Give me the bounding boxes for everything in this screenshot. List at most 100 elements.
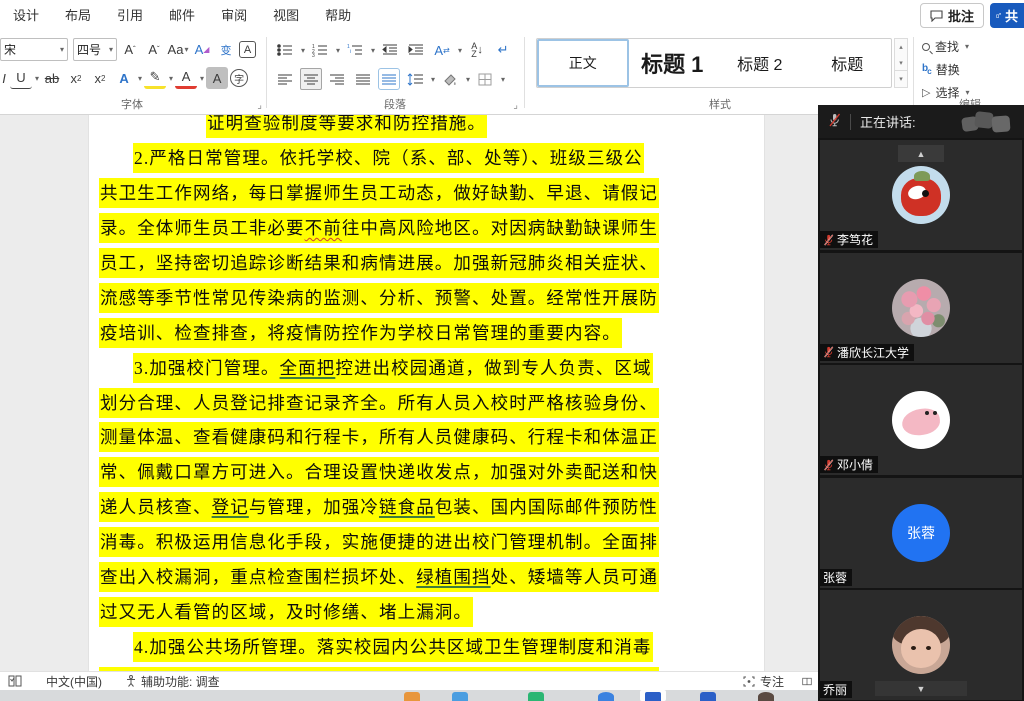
gallery-down-button[interactable]: ▾ (895, 55, 907, 71)
editing-查找[interactable]: 查找▾ (922, 37, 970, 56)
menu-tab-6[interactable]: 帮助 (312, 0, 364, 31)
line-spacing-button[interactable] (404, 68, 426, 90)
underline-button[interactable]: U (10, 67, 32, 89)
document-line-16[interactable]: 制度。校园垃圾日产日清，并做好垃圾盛装容器的清洁消毒。使用空 (99, 664, 677, 671)
superscript-button[interactable]: x2 (89, 67, 111, 89)
document-line-0[interactable]: 证明查验制度等要求和防控措施。 (99, 115, 677, 141)
document-line-12[interactable]: 消毒。积极运用信息化手段，实施便捷的进出校门管理机制。全面排 (99, 525, 677, 560)
justify-button[interactable] (352, 68, 374, 90)
chevron-down-icon: ▾ (169, 74, 173, 83)
taskbar-app-green[interactable] (528, 692, 544, 701)
replace-icon: bc (922, 63, 931, 76)
proofing-status[interactable] (8, 675, 22, 687)
font-color-button[interactable]: A (175, 67, 197, 89)
document-page[interactable]: 证明查验制度等要求和防控措施。2.严格日常管理。依托学校、院（系、部、处等）、班… (88, 115, 765, 671)
editing-替换[interactable]: bc替换 (922, 60, 970, 79)
multilevel-list-button[interactable]: 1i (344, 39, 366, 61)
taskbar-app-dark-circle[interactable] (758, 692, 774, 701)
view-mode-button[interactable] (802, 676, 812, 687)
character-border-button[interactable]: A (239, 41, 256, 58)
clear-formatting-button[interactable]: A◢ (191, 39, 213, 61)
menu-tab-3[interactable]: 邮件 (156, 0, 208, 31)
shading-button[interactable] (439, 68, 461, 90)
sort-button[interactable]: AZ↓ (466, 39, 488, 61)
menu-tab-2[interactable]: 引用 (104, 0, 156, 31)
align-center-button[interactable] (300, 68, 322, 90)
menu-tab-1[interactable]: 布局 (52, 0, 104, 31)
document-line-4[interactable]: 员工，坚持密切追踪诊断结果和病情进展。加强新冠肺炎相关症状、 (99, 246, 677, 281)
document-line-5[interactable]: 流感等季节性常见传染病的监测、分析、预警、处置。经常性开展防 (99, 280, 677, 315)
gallery-up-button[interactable]: ▴ (895, 39, 907, 55)
editing-group: 查找▾bc替换▷选择▾ 编辑 (920, 31, 1020, 114)
taskbar-app-blue-rounded[interactable] (452, 692, 468, 701)
taskbar-app-blue-circle[interactable] (598, 692, 614, 701)
language-label: 中文(中国) (46, 673, 102, 690)
style-item-3[interactable]: 标题 (804, 39, 892, 87)
scroll-up-button[interactable]: ▲ (898, 145, 944, 162)
document-line-8[interactable]: 划分合理、人员登记排查记录齐全。所有人员入校时严格核验身份、 (99, 385, 677, 420)
change-case-button[interactable]: Aa▾ (167, 39, 189, 61)
styles-group: 正文标题 1标题 2标题 ▴ ▾ ▾ 样式 ⌟ (528, 31, 912, 114)
text-effects-button[interactable]: A (113, 67, 135, 89)
character-shading-button[interactable]: A (206, 67, 228, 89)
align-right-button[interactable] (326, 68, 348, 90)
language-status[interactable]: 中文(中国) (46, 673, 102, 690)
participant-tile-李笃花[interactable]: ▲李笃花 (820, 140, 1022, 250)
comments-button[interactable]: 批注 (920, 3, 984, 28)
scroll-down-button[interactable]: ▼ (875, 681, 967, 696)
font-name-combo[interactable]: 宋▾ (0, 38, 68, 61)
menu-tab-5[interactable]: 视图 (260, 0, 312, 31)
taskbar-app-word-active[interactable] (640, 690, 666, 701)
phonetic-guide-button[interactable]: 变 (215, 39, 237, 61)
asian-layout-button[interactable]: A⇄ (431, 39, 453, 61)
style-item-1[interactable]: 标题 1 (629, 39, 717, 87)
font-size-combo[interactable]: 四号▾ (73, 38, 117, 61)
document-line-14[interactable]: 过又无人看管的区域，及时修缮、堵上漏洞。 (99, 594, 677, 629)
document-line-6[interactable]: 疫培训、检查排查，将疫情防控作为学校日常管理的重要内容。 (99, 315, 677, 350)
svg-text:3: 3 (312, 53, 315, 57)
document-line-13[interactable]: 查出入校漏洞，重点检查围栏损坏处、绿植围挡处、矮墙等人员可通 (99, 560, 677, 595)
document-line-11[interactable]: 递人员核查、登记与管理，加强冷链食品包装、国内国际邮件预防性 (99, 490, 677, 525)
accessibility-status[interactable]: 辅助功能: 调查 (126, 673, 220, 690)
document-text: 证明查验制度等要求和防控措施。2.严格日常管理。依托学校、院（系、部、处等）、班… (99, 115, 677, 671)
enclose-characters-button[interactable]: 字 (230, 69, 248, 87)
document-line-2[interactable]: 共卫生工作网络，每日掌握师生员工动态，做好缺勤、早退、请假记 (99, 176, 677, 211)
borders-button[interactable] (474, 68, 496, 90)
document-line-1[interactable]: 2.严格日常管理。依托学校、院（系、部、处等）、班级三级公 (99, 141, 677, 176)
grow-font-button[interactable]: Aˆ (119, 39, 141, 61)
menu-tab-0[interactable]: 设计 (0, 0, 52, 31)
taskbar-app-blue[interactable] (700, 692, 716, 701)
align-left-button[interactable] (274, 68, 296, 90)
document-line-7[interactable]: 3.加强校门管理。全面把控进出校园通道，做到专人负责、区域 (99, 350, 677, 385)
font-size-value: 四号 (77, 41, 101, 58)
share-button[interactable]: 共 (990, 3, 1024, 28)
style-item-0[interactable]: 正文 (537, 39, 629, 87)
participant-tile-潘欣长江大学[interactable]: 潘欣长江大学 (820, 253, 1022, 363)
numbering-button[interactable]: 123 (309, 39, 331, 61)
decrease-indent-button[interactable] (379, 39, 401, 61)
document-line-9[interactable]: 测量体温、查看健康码和行程卡，所有人员健康码、行程卡和体温正 (99, 420, 677, 455)
participant-tile-张蓉[interactable]: 张蓉张蓉 (820, 478, 1022, 588)
increase-indent-button[interactable] (405, 39, 427, 61)
italic-button[interactable]: I (0, 67, 8, 89)
show-hide-marks-button[interactable]: ↵ (492, 39, 514, 61)
document-line-15[interactable]: 4.加强公共场所管理。落实校园内公共区域卫生管理制度和消毒 (99, 629, 677, 664)
highlight-color-button[interactable]: ✎ (144, 67, 166, 89)
distribute-button[interactable] (378, 68, 400, 90)
subscript-button[interactable]: x2 (65, 67, 87, 89)
gallery-more-button[interactable]: ▾ (895, 70, 907, 87)
strikethrough-button[interactable]: ab (41, 67, 63, 89)
bullets-button[interactable] (274, 39, 296, 61)
meeting-header: 正在讲话: (818, 105, 1024, 138)
focus-mode-button[interactable]: 专注 (743, 673, 784, 690)
document-line-3[interactable]: 录。全体师生员工非必要不前往中高风险地区。对因病缺勤缺课师生 (99, 211, 677, 246)
participant-tile-乔丽[interactable]: ▼乔丽 (820, 590, 1022, 700)
participant-tile-邓小倩[interactable]: 邓小倩 (820, 365, 1022, 475)
document-line-10[interactable]: 常、佩戴口罩方可进入。合理设置快递收发点，加强对外卖配送和快 (99, 455, 677, 490)
style-item-2[interactable]: 标题 2 (716, 39, 804, 87)
menu-tab-4[interactable]: 审阅 (208, 0, 260, 31)
taskbar-app-orange[interactable] (404, 692, 420, 701)
font-dialog-launcher[interactable]: ⌟ (257, 100, 262, 111)
paragraph-dialog-launcher[interactable]: ⌟ (513, 100, 518, 111)
shrink-font-button[interactable]: Aˇ (143, 39, 165, 61)
